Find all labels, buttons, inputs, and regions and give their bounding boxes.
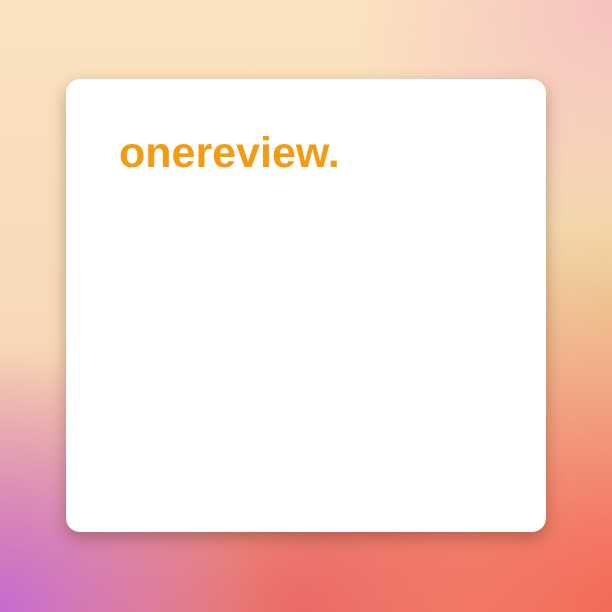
content-card: onereview. [66, 79, 546, 532]
brand-logo: onereview. [119, 129, 340, 177]
